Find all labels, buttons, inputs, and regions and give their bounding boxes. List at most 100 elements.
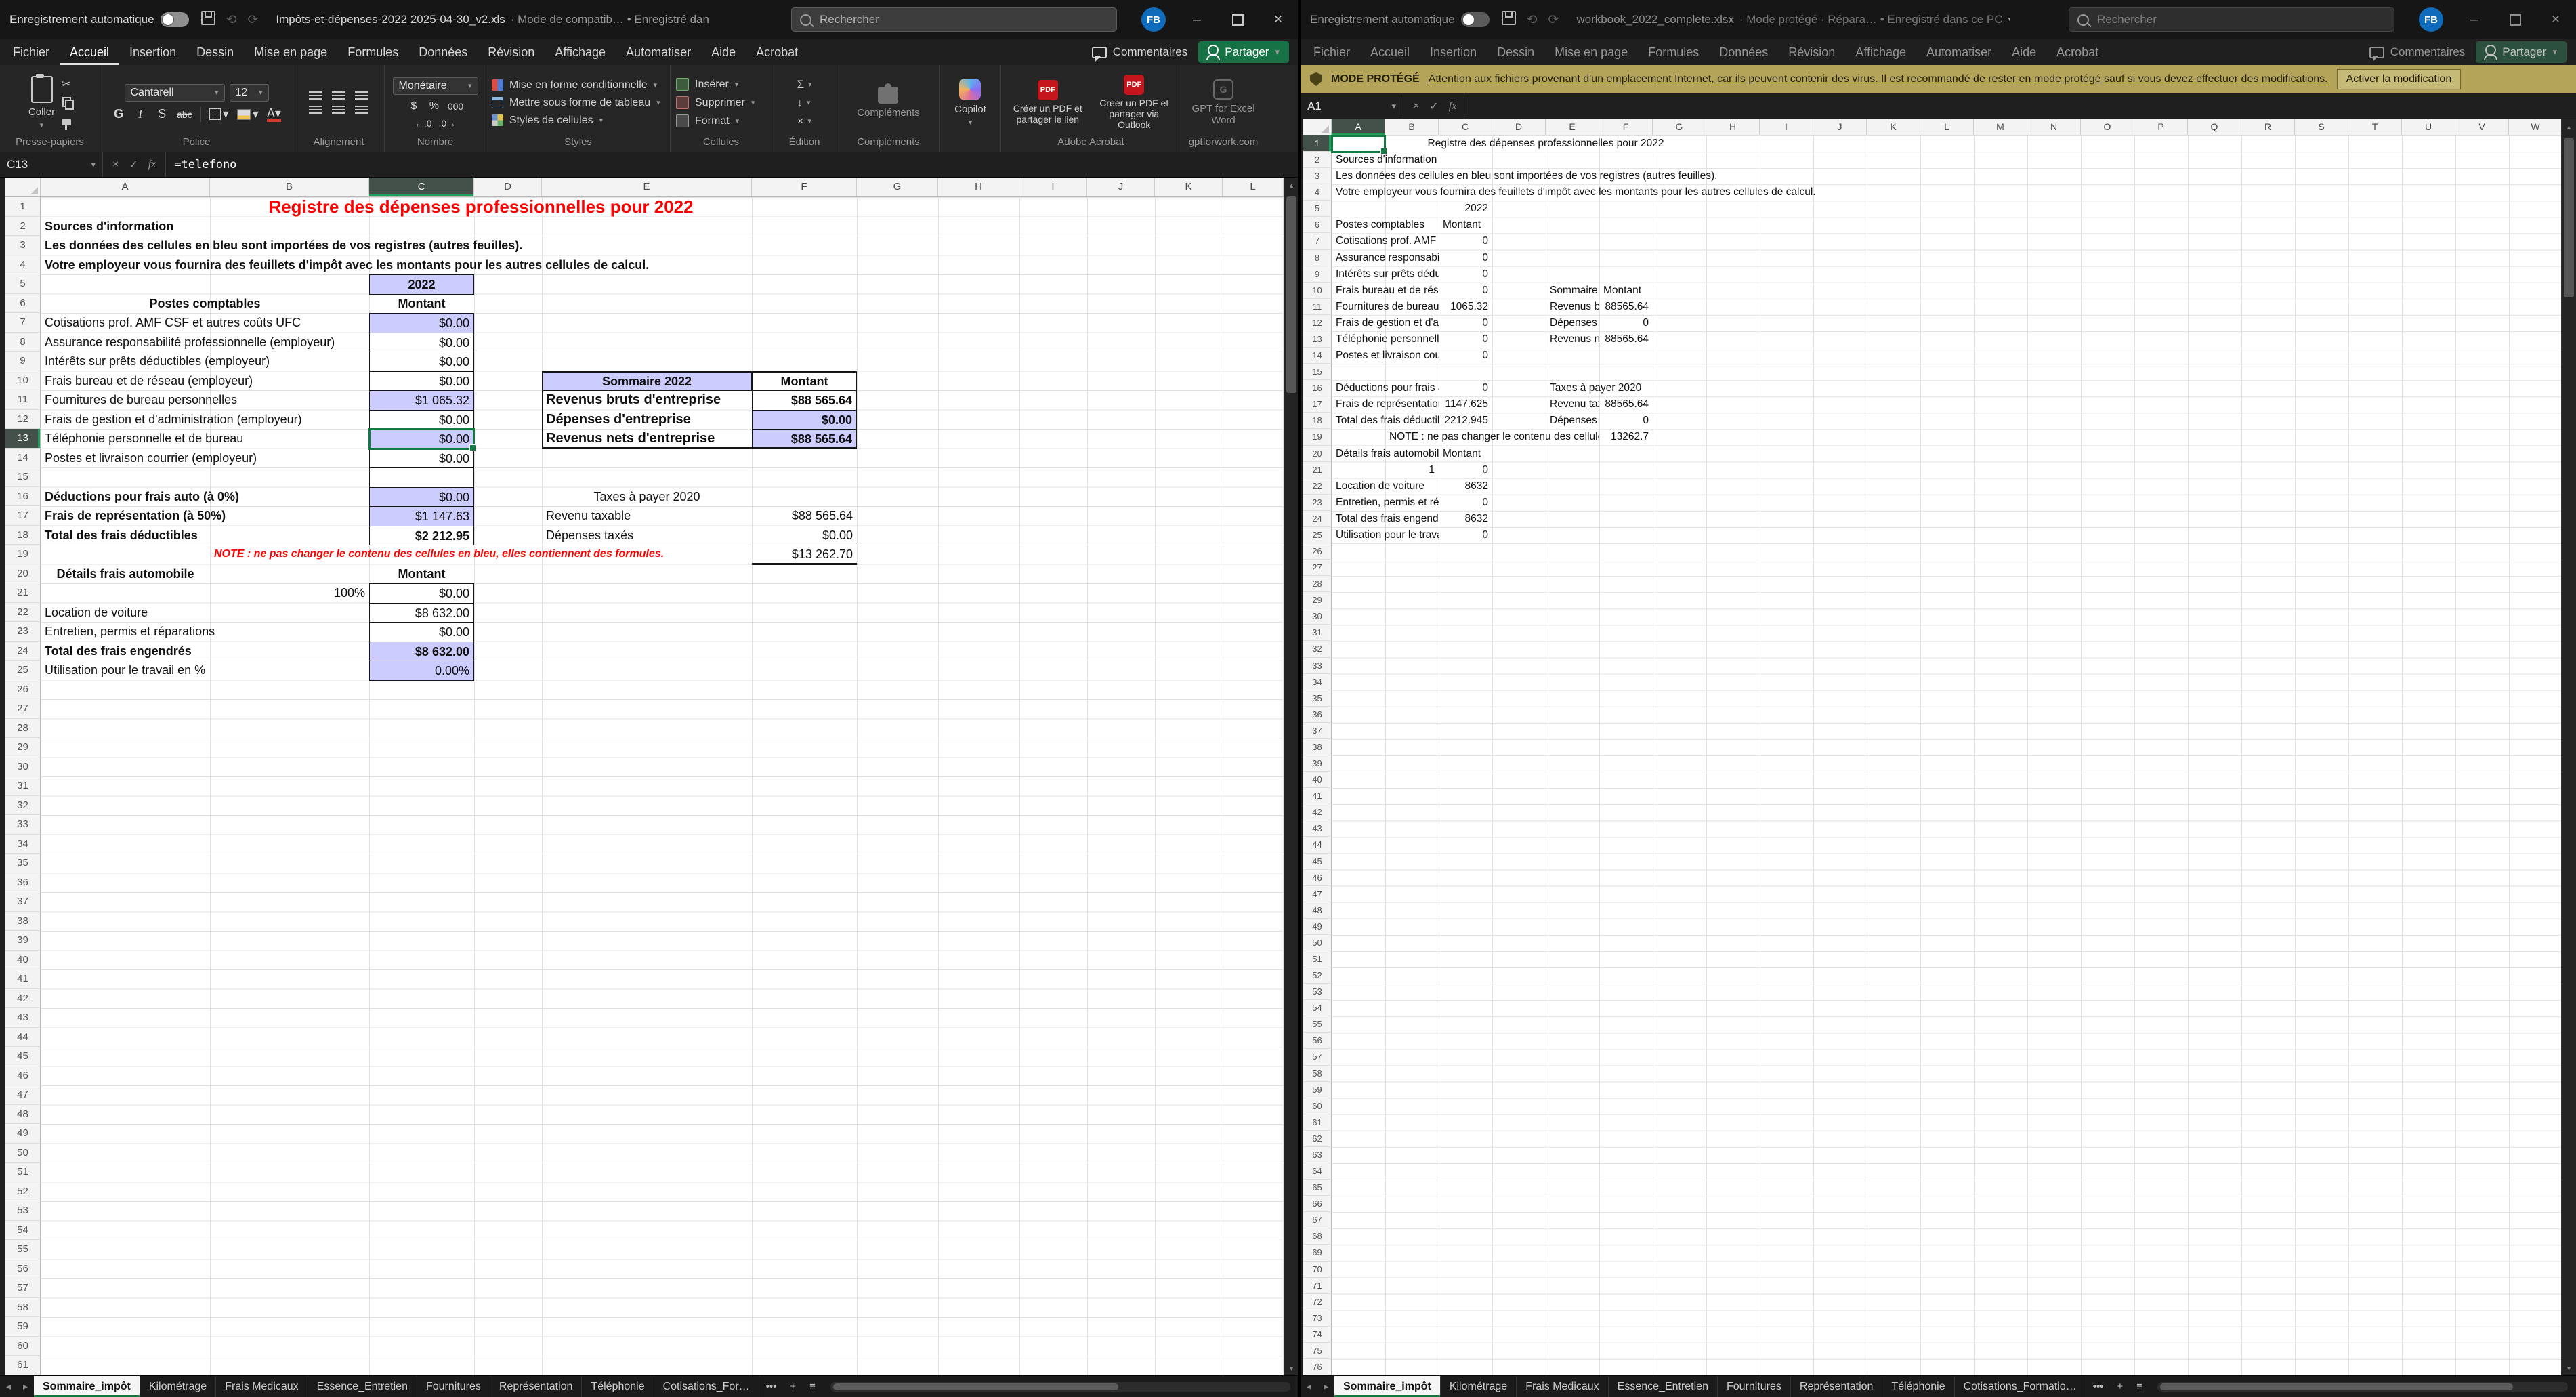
format-painter-button[interactable]	[62, 117, 71, 129]
column-header-E[interactable]: E	[542, 178, 752, 196]
autosave-toggle-pill[interactable]	[1461, 12, 1490, 27]
row-header-58[interactable]: 58	[1303, 1066, 1332, 1082]
row-header-45[interactable]: 45	[1303, 854, 1332, 870]
cell-F13[interactable]: 88565.64	[1599, 331, 1653, 348]
autosum-button[interactable]: Σ▾	[797, 78, 811, 91]
row-header-7[interactable]: 7	[5, 313, 41, 333]
cell-E16[interactable]: Taxes à payer 2020	[542, 487, 752, 507]
row-header-15[interactable]: 15	[1303, 364, 1332, 380]
row-header-35[interactable]: 35	[1303, 690, 1332, 707]
ribbon-tab-6-left[interactable]: Données	[408, 39, 478, 65]
row-header-67[interactable]: 67	[1303, 1212, 1332, 1228]
row-header-14[interactable]: 14	[1303, 348, 1332, 364]
sheet-tab-3-left[interactable]: Essence_Entretien	[308, 1376, 417, 1397]
column-header-N[interactable]: N	[2027, 119, 2081, 135]
decrease-decimal-button[interactable]: .0→	[439, 118, 457, 129]
cell-E17[interactable]: Revenu taxable	[542, 506, 752, 526]
column-header-B[interactable]: B	[1385, 119, 1439, 135]
vertical-scroll-thumb[interactable]	[2564, 138, 2574, 297]
close-button[interactable]: ×	[1258, 0, 1298, 39]
row-header-17[interactable]: 17	[5, 506, 41, 526]
cell-A20[interactable]: Détails frais automobile	[1332, 446, 1439, 463]
row-header-19[interactable]: 19	[5, 545, 41, 564]
column-header-H[interactable]: H	[938, 178, 1019, 196]
row-header-60[interactable]: 60	[5, 1337, 41, 1356]
save-button[interactable]	[201, 11, 215, 29]
row-header-18[interactable]: 18	[1303, 413, 1332, 429]
row-header-12[interactable]: 12	[5, 410, 41, 430]
row-header-54[interactable]: 54	[5, 1221, 41, 1240]
row-header-9[interactable]: 9	[1303, 266, 1332, 283]
row-header-3[interactable]: 3	[1303, 168, 1332, 184]
row-header-75[interactable]: 75	[1303, 1343, 1332, 1359]
row-header-33[interactable]: 33	[5, 815, 41, 835]
row-header-32[interactable]: 32	[5, 796, 41, 816]
column-header-K[interactable]: K	[1155, 178, 1223, 196]
row-header-30[interactable]: 30	[5, 757, 41, 777]
sheet-tab-1-left[interactable]: Kilométrage	[140, 1376, 216, 1397]
column-header-O[interactable]: O	[2081, 119, 2134, 135]
horizontal-scrollbar[interactable]	[2157, 1382, 2568, 1392]
cell-C14[interactable]: 0	[1439, 348, 1492, 364]
row-header-48[interactable]: 48	[5, 1105, 41, 1125]
column-header-F[interactable]: F	[1599, 119, 1653, 135]
row-header-38[interactable]: 38	[1303, 739, 1332, 755]
row-header-41[interactable]: 41	[1303, 788, 1332, 804]
cell-A7[interactable]: Cotisations prof. AMF CSF et autres coût…	[41, 313, 369, 333]
align-left-icon[interactable]	[309, 106, 322, 114]
row-header-34[interactable]: 34	[1303, 674, 1332, 690]
row-header-52[interactable]: 52	[5, 1182, 41, 1202]
cell-E16[interactable]: Taxes à payer 2020	[1546, 380, 1653, 397]
thousands-separator-button[interactable]: 000	[448, 101, 463, 112]
cell-A17[interactable]: Frais de représentation (à 50%)	[1332, 396, 1439, 413]
paste-button[interactable]: Coller ▾	[28, 76, 55, 130]
vertical-scroll-thumb[interactable]	[1286, 196, 1296, 393]
cell-F11[interactable]: 88565.64	[1599, 299, 1653, 316]
cell-A4[interactable]: Votre employeur vous fournira des feuill…	[41, 255, 752, 276]
row-header-36[interactable]: 36	[1303, 707, 1332, 723]
align-center-icon[interactable]	[332, 106, 345, 114]
column-header-C[interactable]: C	[369, 178, 474, 196]
fill-button[interactable]: ↓▾	[797, 96, 810, 110]
row-header-28[interactable]: 28	[1303, 576, 1332, 592]
cancel-icon[interactable]: ×	[112, 159, 119, 171]
row-header-21[interactable]: 21	[5, 583, 41, 603]
ribbon-tab-0-right[interactable]: Fichier	[1303, 39, 1360, 65]
cell-E12[interactable]: Dépenses d'entreprise	[1546, 315, 1599, 332]
autosave-toggle-pill[interactable]	[161, 12, 189, 27]
cell-A18[interactable]: Total des frais déductibles	[1332, 413, 1439, 430]
ribbon-tab-10-left[interactable]: Aide	[701, 39, 746, 65]
row-header-5[interactable]: 5	[5, 274, 41, 294]
column-header-E[interactable]: E	[1546, 119, 1599, 135]
cut-button[interactable]: ✂	[62, 77, 70, 91]
cell-C17[interactable]: 1147.625	[1439, 396, 1492, 413]
cell-C21[interactable]: $0.00	[369, 583, 474, 604]
row-header-53[interactable]: 53	[5, 1201, 41, 1221]
cell-A3[interactable]: Les données des cellules en bleu sont im…	[41, 236, 752, 256]
row-header-55[interactable]: 55	[1303, 1016, 1332, 1033]
formula-input[interactable]: =telefono	[166, 158, 1298, 171]
row-header-46[interactable]: 46	[1303, 870, 1332, 886]
column-header-R[interactable]: R	[2241, 119, 2295, 135]
row-header-50[interactable]: 50	[1303, 935, 1332, 951]
column-header-C[interactable]: C	[1439, 119, 1492, 135]
save-button[interactable]	[1502, 11, 1516, 29]
column-header-S[interactable]: S	[2295, 119, 2348, 135]
column-header-H[interactable]: H	[1706, 119, 1760, 135]
row-header-76[interactable]: 76	[1303, 1359, 1332, 1375]
row-header-1[interactable]: 1	[1303, 135, 1332, 152]
cell-C5[interactable]: 2022	[1439, 201, 1492, 217]
autosave-toggle[interactable]: Enregistrement automatique	[1301, 12, 1490, 27]
cell-E18[interactable]: Dépenses taxés	[1546, 413, 1599, 430]
align-right-icon[interactable]	[355, 106, 368, 114]
row-header-57[interactable]: 57	[1303, 1049, 1332, 1065]
cell-C22[interactable]: $8 632.00	[369, 603, 474, 623]
cell-C9[interactable]: $0.00	[369, 352, 474, 372]
row-header-2[interactable]: 2	[1303, 152, 1332, 168]
cell-A8[interactable]: Assurance responsabilité professionnelle…	[41, 333, 369, 353]
document-title[interactable]: Impôts-et-dépenses-2022 2025-04-30_v2.xl…	[276, 13, 709, 26]
row-header-16[interactable]: 16	[1303, 380, 1332, 396]
column-header-Q[interactable]: Q	[2188, 119, 2241, 135]
row-header-45[interactable]: 45	[5, 1047, 41, 1066]
cell-A23[interactable]: Entretien, permis et réparations	[1332, 495, 1439, 512]
